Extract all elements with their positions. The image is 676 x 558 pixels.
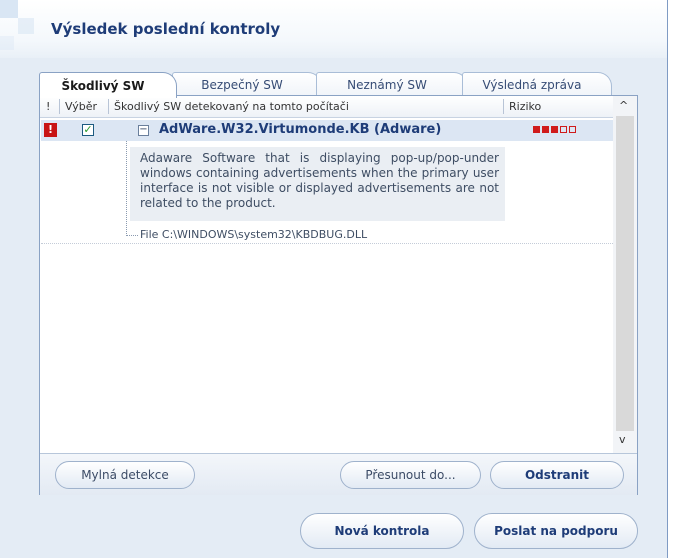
tab-label: Bezpečný SW — [201, 77, 283, 92]
tab-malware[interactable]: Škodlivý SW — [39, 72, 177, 98]
tab-report[interactable]: Výsledná zpráva — [462, 72, 612, 96]
col-divider — [59, 99, 60, 114]
threat-description: Adaware Software that is displaying pop-… — [130, 147, 505, 221]
row-divider — [41, 243, 613, 244]
decor-square — [0, 0, 18, 18]
risk-square — [542, 126, 549, 133]
risk-square — [533, 126, 540, 133]
threat-file-path: File C:\WINDOWS\system32\KBDBUG.DLL — [140, 228, 368, 241]
new-scan-button[interactable]: Nová kontrola — [300, 513, 464, 549]
table-header: ! Výběr Škodlivý SW detekovaný na tomto … — [40, 96, 613, 118]
scrollbar[interactable]: ^ v — [613, 96, 637, 453]
panel-button-bar: Mylná detekce Přesunout do... Odstranit — [40, 453, 637, 495]
risk-meter-icon — [533, 126, 576, 133]
scroll-thumb[interactable] — [616, 116, 634, 431]
risk-square — [551, 126, 558, 133]
header: Výsledek poslední kontroly — [0, 0, 667, 58]
button-label: Mylná detekce — [81, 468, 169, 482]
risk-square — [569, 126, 576, 133]
malware-panel: ! Výběr Škodlivý SW detekovaný na tomto … — [39, 95, 638, 495]
alert-icon: ! — [44, 123, 57, 137]
checkbox-checked-icon[interactable]: ✓ — [82, 124, 94, 136]
table-row[interactable]: ! ✓ − AdWare.W32.Virtumonde.KB (Adware) — [41, 120, 613, 141]
collapse-icon[interactable]: − — [138, 125, 149, 136]
col-name[interactable]: Škodlivý SW detekovaný na tomto počítači — [114, 100, 349, 113]
tree-line — [126, 235, 138, 236]
button-label: Přesunout do... — [365, 468, 456, 482]
page-title: Výsledek poslední kontroly — [51, 20, 281, 38]
col-flag: ! — [46, 100, 51, 113]
send-support-button[interactable]: Poslat na podporu — [474, 513, 638, 549]
threat-name: AdWare.W32.Virtumonde.KB (Adware) — [159, 122, 442, 137]
button-label: Nová kontrola — [334, 524, 430, 538]
tab-label: Škodlivý SW — [61, 78, 145, 93]
app-window: Výsledek poslední kontroly Škodlivý SW B… — [0, 0, 668, 558]
tab-label: Neznámý SW — [347, 77, 427, 92]
remove-button[interactable]: Odstranit — [490, 461, 624, 489]
col-divider — [503, 99, 504, 114]
decor-square — [0, 36, 14, 50]
scroll-up-icon[interactable]: ^ — [619, 99, 628, 112]
button-label: Poslat na podporu — [494, 524, 618, 538]
false-detection-button[interactable]: Mylná detekce — [55, 461, 195, 489]
tab-unknown[interactable]: Neznámý SW — [316, 72, 468, 96]
tab-safe[interactable]: Bezpečný SW — [172, 72, 322, 96]
col-risk[interactable]: Riziko — [509, 100, 541, 113]
button-label: Odstranit — [524, 468, 590, 482]
col-select[interactable]: Výběr — [65, 100, 97, 113]
tab-label: Výsledná zpráva — [482, 77, 582, 92]
tree-line — [126, 141, 127, 236]
decor-square — [18, 18, 34, 34]
move-to-button[interactable]: Přesunout do... — [340, 461, 481, 489]
col-divider — [108, 99, 109, 114]
risk-square — [560, 126, 567, 133]
scroll-down-icon[interactable]: v — [619, 433, 626, 446]
